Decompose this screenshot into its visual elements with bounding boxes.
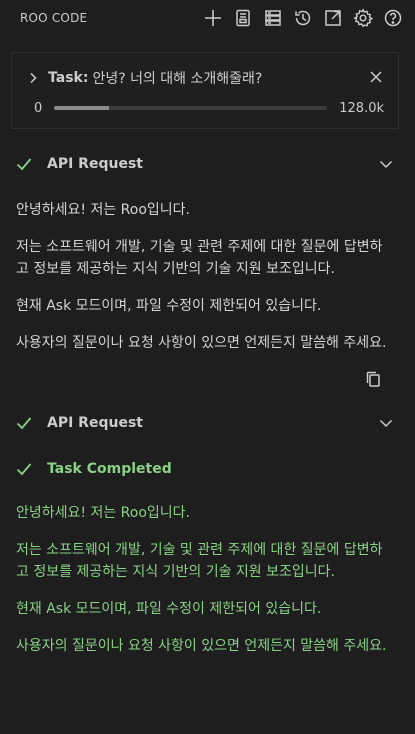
context-used: 0 — [34, 100, 43, 116]
assistant-message: 안녕하세요! 저는 Roo입니다. 저는 소프트웨어 개발, 기술 및 관련 주… — [16, 199, 388, 369]
api-request-header-2[interactable]: API Request — [15, 411, 395, 435]
copy-icon[interactable] — [362, 368, 384, 390]
plus-icon[interactable] — [199, 4, 227, 32]
task-card: Task: 안녕? 너의 대해 소개해줄래? 0 128.0k — [11, 52, 399, 129]
message-paragraph: 현재 Ask 모드이며, 파일 수정이 제한되어 있습니다. — [16, 298, 322, 314]
check-icon — [16, 417, 32, 430]
help-icon[interactable] — [379, 4, 407, 32]
history-notebook-icon[interactable] — [229, 4, 257, 32]
history-icon[interactable] — [289, 4, 317, 32]
close-icon[interactable] — [366, 67, 386, 87]
app-title: ROO CODE — [20, 11, 88, 25]
message-paragraph: 현재 Ask 모드이며, 파일 수정이 제한되어 있습니다. — [16, 601, 322, 617]
context-max: 128.0k — [339, 100, 384, 116]
check-icon — [16, 463, 32, 476]
message-paragraph: 안녕하세요! 저는 Roo입니다. — [16, 505, 190, 521]
completion-message: 안녕하세요! 저는 Roo입니다. 저는 소프트웨어 개발, 기술 및 관련 주… — [16, 502, 388, 672]
context-window-row: 0 128.0k — [34, 99, 384, 117]
message-paragraph: 저는 소프트웨어 개발, 기술 및 관련 주제에 대한 질문에 답변하고 정보를… — [16, 239, 383, 277]
task-header[interactable]: Task: 안녕? 너의 대해 소개해줄래? — [26, 67, 384, 89]
chevron-down-icon[interactable] — [377, 414, 395, 432]
message-paragraph: 저는 소프트웨어 개발, 기술 및 관련 주제에 대한 질문에 답변하고 정보를… — [16, 542, 383, 580]
chevron-right-icon — [30, 72, 37, 84]
context-progress-bar — [54, 106, 328, 110]
message-paragraph: 사용자의 질문이나 요청 사항이 있으면 언제든지 말씀해 주세요. — [16, 335, 387, 351]
task-text: 안녕? 너의 대해 소개해줄래? — [92, 71, 263, 87]
check-icon — [16, 158, 32, 171]
title-bar: ROO CODE — [0, 0, 415, 36]
task-label: Task: — [48, 70, 89, 86]
gear-icon[interactable] — [349, 4, 377, 32]
chevron-down-icon[interactable] — [377, 155, 395, 173]
api-request-header-1[interactable]: API Request — [15, 152, 395, 176]
message-paragraph: 안녕하세요! 저는 Roo입니다. — [16, 202, 190, 218]
open-external-icon[interactable] — [319, 4, 347, 32]
context-progress-fill — [54, 106, 109, 110]
api-request-label: API Request — [47, 156, 143, 172]
message-paragraph: 사용자의 질문이나 요청 사항이 있으면 언제든지 말씀해 주세요. — [16, 638, 387, 654]
task-completed-label: Task Completed — [47, 461, 172, 477]
server-stack-icon[interactable] — [259, 4, 287, 32]
api-request-label: API Request — [47, 415, 143, 431]
toolbar — [199, 4, 407, 32]
task-completed-header: Task Completed — [15, 457, 395, 481]
